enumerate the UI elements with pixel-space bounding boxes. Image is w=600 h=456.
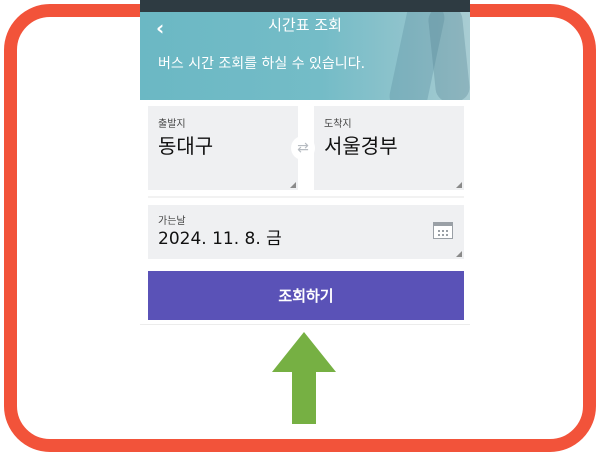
page-subtitle: 버스 시간 조회를 하실 수 있습니다. bbox=[158, 56, 366, 72]
divider bbox=[140, 324, 470, 325]
search-button[interactable]: 조회하기 bbox=[148, 271, 464, 320]
divider bbox=[148, 196, 464, 198]
bus-timetable-screen: ‹ 시간표 조회 버스 시간 조회를 하실 수 있습니다. 출발지 동대구 도착… bbox=[140, 0, 470, 330]
page-title: 시간표 조회 bbox=[268, 16, 342, 34]
date-field[interactable]: 가는날 2024. 11. 8. 금 bbox=[148, 205, 464, 259]
swap-icon[interactable]: ⇄ bbox=[291, 136, 315, 160]
departure-field[interactable]: 출발지 동대구 bbox=[148, 106, 298, 190]
departure-value: 동대구 bbox=[158, 134, 214, 158]
corner-triangle-icon bbox=[456, 251, 462, 257]
departure-label: 출발지 bbox=[158, 119, 186, 130]
arrival-value: 서울경부 bbox=[324, 134, 398, 158]
date-value: 2024. 11. 8. 금 bbox=[158, 229, 282, 249]
arrival-label: 도착지 bbox=[324, 119, 352, 130]
arrival-field[interactable]: 도착지 서울경부 bbox=[314, 106, 464, 190]
corner-triangle-icon bbox=[456, 182, 462, 188]
arrow-up-icon bbox=[272, 332, 336, 424]
status-bar bbox=[140, 0, 470, 12]
corner-triangle-icon bbox=[290, 182, 296, 188]
calendar-icon[interactable] bbox=[433, 222, 453, 239]
